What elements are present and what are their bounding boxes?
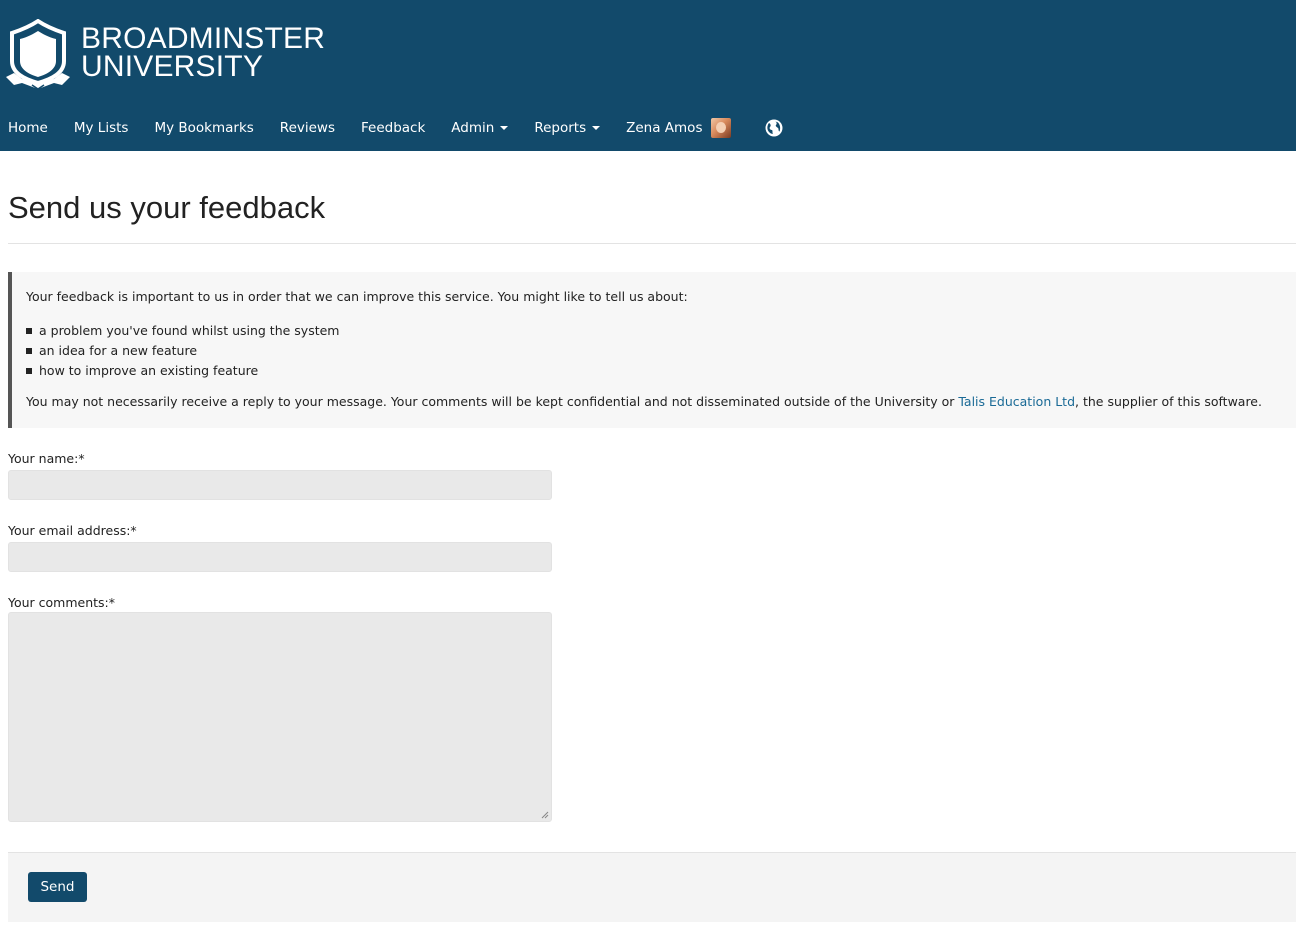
brand-line-2: UNIVERSITY (81, 50, 264, 83)
nav-my-bookmarks-label: My Bookmarks (154, 120, 254, 136)
user-name: Zena Amos (626, 120, 703, 136)
email-label: Your email address:* (8, 523, 137, 538)
nav-admin-dropdown[interactable]: Admin (443, 120, 516, 136)
globe-icon (765, 119, 783, 137)
site-header: BROADMINSTER UNIVERSITY Home My Lists My… (0, 0, 1296, 151)
university-logo[interactable]: BROADMINSTER UNIVERSITY (6, 19, 326, 91)
list-item: a problem you've found whilst using the … (26, 321, 1296, 341)
info-note-suffix: , the supplier of this software. (1075, 394, 1262, 409)
nav-my-lists[interactable]: My Lists (66, 120, 137, 136)
list-item: how to improve an existing feature (26, 361, 1296, 381)
info-intro: Your feedback is important to us in orde… (26, 289, 688, 304)
nav-my-lists-label: My Lists (73, 120, 129, 136)
info-list: a problem you've found whilst using the … (26, 321, 1296, 381)
talis-link[interactable]: Talis Education Ltd (958, 394, 1075, 409)
caret-down-icon (500, 126, 509, 130)
caret-down-icon (592, 126, 601, 130)
nav-feedback[interactable]: Feedback (353, 120, 433, 136)
shield-logo-icon (6, 19, 70, 90)
nav-reports-label: Reports (534, 120, 587, 136)
nav-reviews[interactable]: Reviews (272, 120, 343, 136)
comments-textarea[interactable] (8, 612, 552, 822)
resize-grip-icon[interactable] (541, 811, 549, 819)
brand-line-1: BROADMINSTER (81, 22, 326, 55)
title-divider (8, 243, 1296, 244)
name-label: Your name:* (8, 451, 85, 466)
page-title: Send us your feedback (8, 190, 326, 225)
brand-name: BROADMINSTER UNIVERSITY (81, 22, 326, 83)
email-field[interactable] (8, 542, 552, 572)
send-button[interactable]: Send (28, 872, 87, 902)
user-menu[interactable]: Zena Amos (618, 118, 739, 138)
nav-home-label: Home (8, 120, 48, 136)
language-selector[interactable] (757, 119, 791, 137)
nav-reviews-label: Reviews (279, 120, 335, 136)
name-field[interactable] (8, 470, 552, 500)
nav-home[interactable]: Home (0, 120, 56, 136)
form-actions-bar: Send (8, 852, 1296, 922)
nav-reports-dropdown[interactable]: Reports (526, 120, 608, 136)
feedback-info-panel: Your feedback is important to us in orde… (8, 272, 1296, 428)
info-note: You may not necessarily receive a reply … (26, 394, 1296, 410)
nav-feedback-label: Feedback (361, 120, 426, 136)
comments-label: Your comments:* (8, 595, 116, 610)
avatar (711, 118, 732, 138)
list-item: an idea for a new feature (26, 341, 1296, 361)
info-note-text: You may not necessarily receive a reply … (26, 394, 959, 409)
nav-my-bookmarks[interactable]: My Bookmarks (146, 120, 261, 136)
main-nav: Home My Lists My Bookmarks Reviews Feedb… (0, 110, 801, 146)
nav-admin-label: Admin (451, 120, 495, 136)
